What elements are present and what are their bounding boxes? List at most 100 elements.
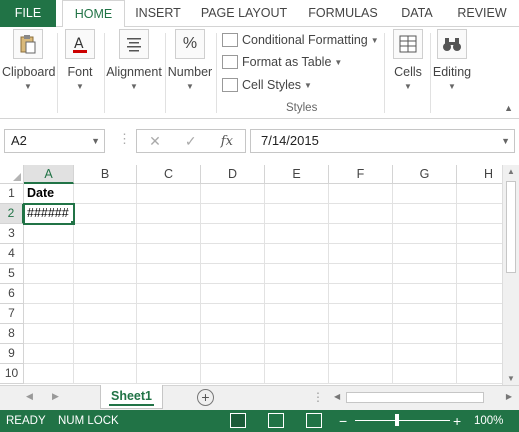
- grid-cell[interactable]: [265, 364, 329, 384]
- grid-cell[interactable]: [74, 184, 137, 204]
- grid-cell[interactable]: [24, 364, 74, 384]
- grid-cell[interactable]: [393, 224, 457, 244]
- column-header-c[interactable]: C: [137, 165, 201, 184]
- grid-cell[interactable]: [265, 264, 329, 284]
- grid-cell[interactable]: [201, 184, 265, 204]
- cancel-icon[interactable]: ✕: [149, 133, 161, 150]
- sheet-tab-sheet1[interactable]: Sheet1: [100, 385, 163, 409]
- page-layout-view-icon[interactable]: [268, 413, 284, 428]
- grid-cell[interactable]: [137, 364, 201, 384]
- tab-formulas[interactable]: FORMULAS: [304, 0, 382, 27]
- grid-cell[interactable]: [137, 304, 201, 324]
- chevron-down-icon[interactable]: ▼: [501, 130, 510, 152]
- grid-cell[interactable]: [265, 304, 329, 324]
- collapse-ribbon-icon[interactable]: ▲: [504, 103, 513, 113]
- row-header-8[interactable]: 8: [0, 324, 24, 344]
- conditional-formatting-button[interactable]: Conditional Formatting ▼: [222, 30, 379, 50]
- grid-cell[interactable]: [201, 264, 265, 284]
- grid-cell[interactable]: [24, 304, 74, 324]
- grid-cell[interactable]: [74, 244, 137, 264]
- grid-cell[interactable]: [393, 184, 457, 204]
- row-header-3[interactable]: 3: [0, 224, 24, 244]
- grid-cell[interactable]: [393, 364, 457, 384]
- grid-cell[interactable]: [265, 244, 329, 264]
- page-break-view-icon[interactable]: [306, 413, 322, 428]
- name-box[interactable]: A2 ▼: [4, 129, 105, 153]
- zoom-slider[interactable]: [355, 420, 450, 421]
- grid-cell[interactable]: [329, 264, 393, 284]
- number-button[interactable]: % Number ▼: [167, 29, 213, 91]
- grid-cell[interactable]: [265, 224, 329, 244]
- grid-cell[interactable]: [393, 304, 457, 324]
- editing-button[interactable]: Editing ▼: [430, 29, 474, 91]
- cell-a2[interactable]: ######: [23, 203, 75, 225]
- grid-cell[interactable]: [74, 304, 137, 324]
- grid-cell[interactable]: [137, 284, 201, 304]
- next-sheet-icon[interactable]: ▶: [52, 391, 59, 402]
- grid-cell[interactable]: [329, 184, 393, 204]
- grid-cell[interactable]: [201, 324, 265, 344]
- column-header-a[interactable]: A: [24, 165, 74, 184]
- cell-a1[interactable]: Date: [24, 184, 74, 204]
- grid-cell[interactable]: [329, 284, 393, 304]
- grid-cell[interactable]: [137, 344, 201, 364]
- tab-insert[interactable]: INSERT: [131, 0, 185, 27]
- grid-cell[interactable]: [137, 324, 201, 344]
- column-header-b[interactable]: B: [74, 165, 137, 184]
- grid-cell[interactable]: [393, 244, 457, 264]
- clipboard-button[interactable]: Clipboard ▼: [2, 29, 56, 91]
- zoom-slider-thumb[interactable]: [395, 414, 399, 426]
- grid-cell[interactable]: [329, 344, 393, 364]
- worksheet-grid[interactable]: A B C D E F G H 1 2 3 4 5 6 7 8 9 10 Dat…: [0, 165, 519, 385]
- grid-cell[interactable]: [329, 224, 393, 244]
- grid-cell[interactable]: [329, 244, 393, 264]
- horizontal-scrollbar[interactable]: ◀ ▶: [330, 390, 516, 405]
- font-button[interactable]: A Font ▼: [60, 29, 100, 91]
- tab-data[interactable]: DATA: [392, 0, 442, 27]
- grid-cell[interactable]: [74, 224, 137, 244]
- grid-cell[interactable]: [265, 184, 329, 204]
- grid-cell[interactable]: [265, 284, 329, 304]
- grid-cell[interactable]: [24, 324, 74, 344]
- scroll-down-icon[interactable]: ▼: [507, 374, 515, 383]
- grid-cell[interactable]: [329, 364, 393, 384]
- grid-cell[interactable]: [329, 324, 393, 344]
- grid-cell[interactable]: [265, 324, 329, 344]
- vertical-scrollbar[interactable]: ▲ ▼: [502, 165, 519, 385]
- grid-cell[interactable]: [201, 204, 265, 224]
- chevron-down-icon[interactable]: ▼: [91, 130, 100, 152]
- previous-sheet-icon[interactable]: ◀: [26, 391, 33, 402]
- row-header-6[interactable]: 6: [0, 284, 24, 304]
- scroll-up-icon[interactable]: ▲: [507, 167, 515, 176]
- cells-button[interactable]: Cells ▼: [388, 29, 428, 91]
- column-header-g[interactable]: G: [393, 165, 457, 184]
- row-header-10[interactable]: 10: [0, 364, 24, 384]
- grid-cell[interactable]: [201, 224, 265, 244]
- column-header-e[interactable]: E: [265, 165, 329, 184]
- column-header-f[interactable]: F: [329, 165, 393, 184]
- grid-cell[interactable]: [74, 284, 137, 304]
- grid-cell[interactable]: [74, 204, 137, 224]
- grid-cell[interactable]: [24, 224, 74, 244]
- grid-cell[interactable]: [393, 344, 457, 364]
- alignment-button[interactable]: Alignment ▼: [106, 29, 162, 91]
- row-header-4[interactable]: 4: [0, 244, 24, 264]
- tab-home[interactable]: HOME: [62, 0, 125, 28]
- grid-cell[interactable]: [265, 204, 329, 224]
- formula-bar-splitter[interactable]: ⋮: [118, 131, 131, 147]
- grid-cell[interactable]: [24, 264, 74, 284]
- grid-cell[interactable]: [265, 344, 329, 364]
- grid-cell[interactable]: [74, 344, 137, 364]
- select-all-corner[interactable]: [0, 165, 24, 184]
- grid-cell[interactable]: [137, 184, 201, 204]
- scroll-thumb[interactable]: [346, 392, 484, 403]
- scroll-thumb[interactable]: [506, 181, 516, 273]
- grid-cell[interactable]: [201, 304, 265, 324]
- enter-icon[interactable]: ✓: [185, 133, 197, 150]
- grid-cell[interactable]: [329, 204, 393, 224]
- grid-cell[interactable]: [24, 244, 74, 264]
- grid-cell[interactable]: [393, 284, 457, 304]
- grid-cell[interactable]: [329, 304, 393, 324]
- grid-cell[interactable]: [393, 264, 457, 284]
- zoom-level[interactable]: 100%: [474, 415, 503, 427]
